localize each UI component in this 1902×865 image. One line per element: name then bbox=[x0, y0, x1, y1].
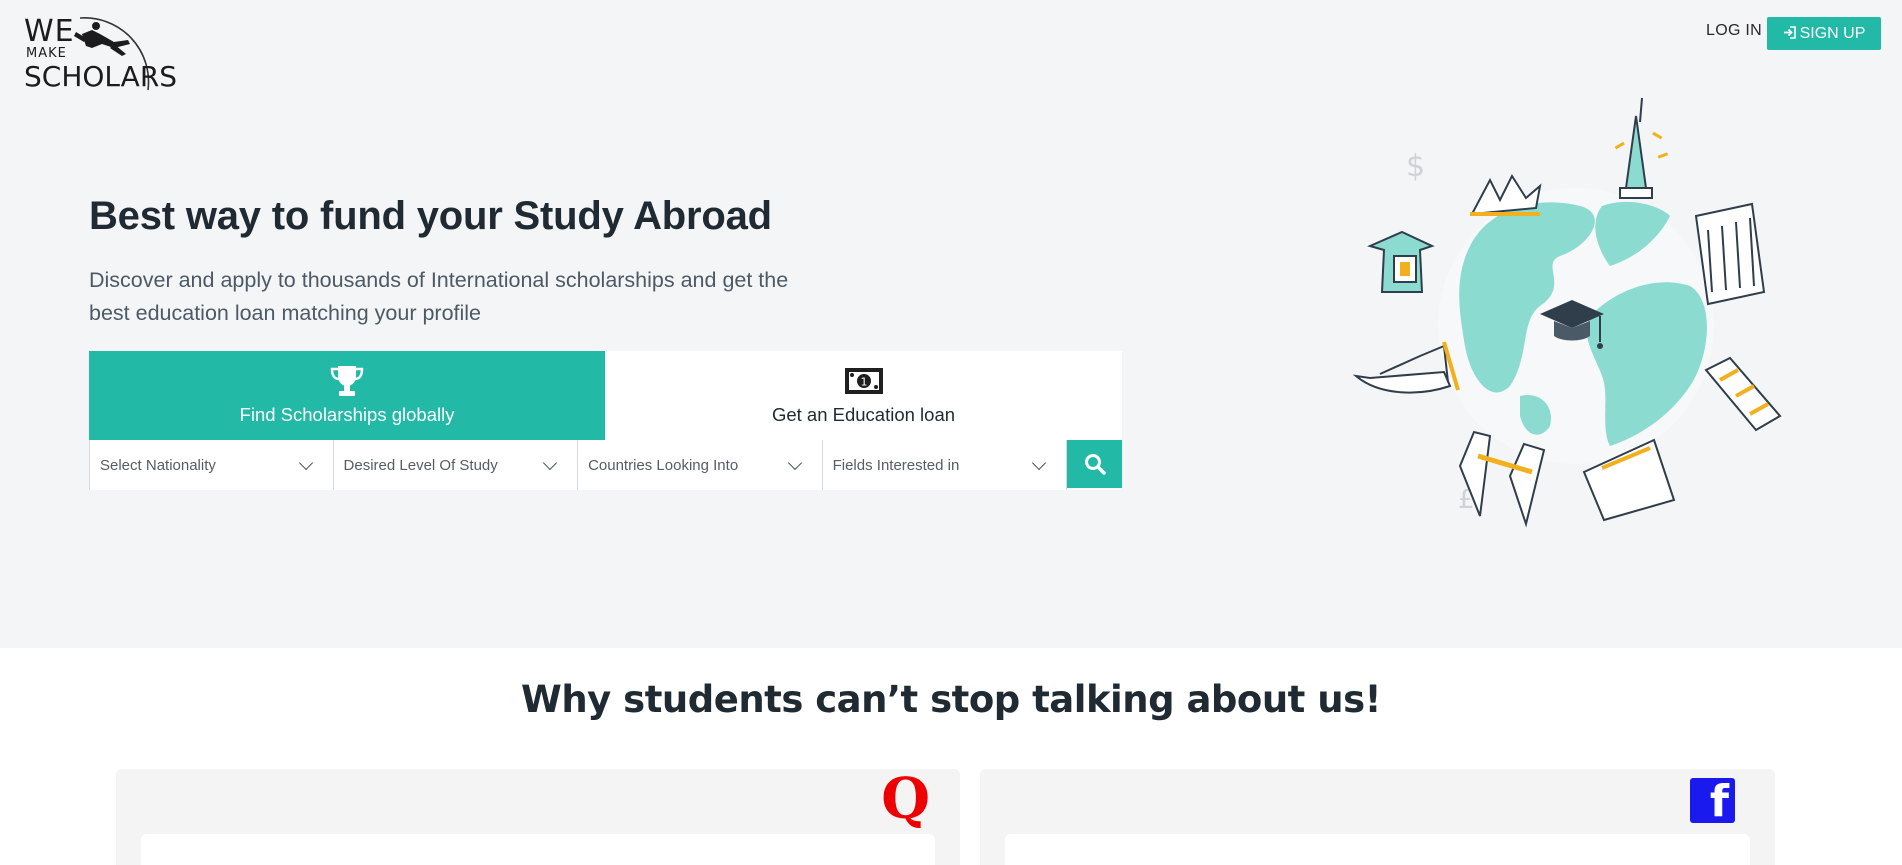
testimonials-heading: Why students can’t stop talking about us… bbox=[521, 678, 1381, 721]
tab-education-loan-label: Get an Education loan bbox=[771, 404, 956, 425]
svg-text:1: 1 bbox=[860, 376, 867, 389]
tab-education-loan[interactable]: 1 Get an Education loan bbox=[605, 351, 1122, 440]
logo-text-we: WE bbox=[24, 14, 75, 49]
banknote-icon: 1 bbox=[844, 364, 884, 398]
search-tabs: Find Scholarships globally 1 Get an Educ… bbox=[89, 351, 1122, 450]
hero-subtitle: Discover and apply to thousands of Inter… bbox=[89, 268, 789, 325]
login-link[interactable]: LOG IN bbox=[1706, 22, 1762, 40]
quora-icon[interactable]: Q bbox=[881, 769, 930, 829]
search-button[interactable] bbox=[1067, 440, 1123, 488]
fields-select-label: Fields Interested in bbox=[832, 456, 960, 474]
fields-select[interactable]: Fields Interested in bbox=[822, 440, 1068, 490]
chevron-down-icon bbox=[542, 455, 558, 471]
chevron-down-icon bbox=[1032, 455, 1047, 471]
testimonial-content bbox=[1005, 834, 1750, 865]
facebook-icon[interactable]: f bbox=[1690, 778, 1735, 823]
nationality-select[interactable]: Select Nationality bbox=[89, 440, 334, 490]
level-of-study-select[interactable]: Desired Level Of Study bbox=[333, 440, 579, 490]
testimonial-content bbox=[141, 834, 935, 865]
quora-testimonial-card: Q bbox=[116, 769, 960, 865]
scholarship-search-form: Select Nationality Desired Level Of Stud… bbox=[89, 440, 1123, 490]
chevron-down-icon bbox=[787, 455, 802, 471]
svg-text:$: $ bbox=[1406, 149, 1425, 184]
signup-label: SIGN UP bbox=[1799, 24, 1866, 42]
tab-scholarships[interactable]: Find Scholarships globally bbox=[89, 351, 605, 450]
facebook-testimonial-card: f bbox=[980, 769, 1775, 865]
site-logo[interactable]: WE MAKE SCHOLARS bbox=[22, 12, 177, 94]
logo-text-make: MAKE bbox=[26, 46, 67, 61]
trophy-icon bbox=[329, 364, 365, 398]
tab-scholarships-label: Find Scholarships globally bbox=[239, 404, 455, 425]
nationality-select-label: Select Nationality bbox=[100, 456, 216, 474]
chevron-down-icon bbox=[298, 455, 313, 471]
level-of-study-select-label: Desired Level Of Study bbox=[343, 456, 498, 474]
globe-landmarks-illustration: $ £ bbox=[1340, 96, 1800, 546]
countries-select[interactable]: Countries Looking Into bbox=[578, 440, 823, 490]
logo-text-scholars: SCHOLARS bbox=[24, 60, 178, 93]
search-icon bbox=[1084, 454, 1106, 475]
countries-select-label: Countries Looking Into bbox=[588, 456, 739, 474]
hero-title: Best way to fund your Study Abroad bbox=[89, 194, 772, 238]
sign-in-icon bbox=[1783, 25, 1796, 42]
hero-section: WE MAKE SCHOLARS LOG IN SIGN UP Best way… bbox=[0, 0, 1902, 648]
signup-button[interactable]: SIGN UP bbox=[1767, 17, 1881, 50]
